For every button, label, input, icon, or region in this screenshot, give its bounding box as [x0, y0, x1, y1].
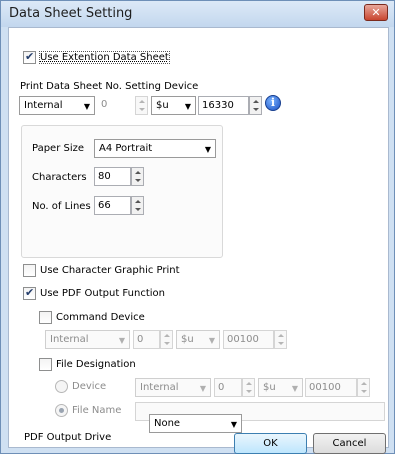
file-name-radio[interactable]: [55, 404, 68, 417]
title-bar: Data Sheet Setting ✕: [1, 1, 394, 27]
close-button[interactable]: ✕: [364, 4, 388, 21]
chevron-down-icon: ▼: [184, 102, 191, 111]
command-device-station-spinner[interactable]: [160, 330, 173, 349]
lines-field[interactable]: 66: [94, 196, 131, 215]
file-device-address-spinner[interactable]: [357, 378, 370, 397]
characters-spinner[interactable]: [131, 167, 144, 186]
file-device-devtype-select[interactable]: $u ▼: [258, 378, 303, 397]
command-device-station-field[interactable]: 0: [133, 330, 160, 349]
pdf-drive-label: PDF Output Drive: [24, 432, 112, 443]
characters-label: Characters: [32, 172, 87, 183]
file-designation-checkbox[interactable]: [39, 358, 52, 371]
chevron-down-icon: ▼: [204, 145, 211, 154]
device-radio-label[interactable]: Device: [72, 381, 106, 392]
command-device-devtype-value: $u: [181, 334, 194, 345]
command-device-address-spinner[interactable]: [274, 330, 287, 349]
print-device-station-spinner[interactable]: [135, 96, 148, 115]
use-extension-label[interactable]: Use Extention Data Sheet: [39, 51, 170, 64]
print-device-label: Print Data Sheet No. Setting Device: [20, 81, 199, 92]
file-device-station-spinner[interactable]: [242, 378, 255, 397]
print-device-devtype-select[interactable]: $u ▼: [151, 96, 196, 115]
chevron-down-icon: ▼: [291, 384, 298, 393]
paper-size-value: A4 Portrait: [99, 143, 153, 154]
chevron-down-icon: ▼: [199, 384, 206, 393]
print-device-devtype-value: $u: [156, 100, 169, 111]
command-device-label[interactable]: Command Device: [56, 312, 145, 323]
paper-settings-group: Paper Size A4 Portrait ▼ Characters 80 N…: [21, 125, 223, 258]
chevron-down-icon: ▼: [118, 336, 125, 345]
file-name-radio-label[interactable]: File Name: [72, 405, 121, 416]
print-device-address-spinner[interactable]: [249, 96, 262, 115]
chevron-down-icon: ▼: [230, 420, 237, 429]
char-graphic-label[interactable]: Use Character Graphic Print: [40, 265, 180, 276]
command-device-type-select[interactable]: Internal ▼: [45, 330, 130, 349]
chevron-down-icon: ▼: [83, 102, 90, 111]
print-device-type-value: Internal: [24, 100, 63, 111]
print-device-type-select[interactable]: Internal ▼: [19, 96, 95, 115]
file-designation-label[interactable]: File Designation: [56, 359, 136, 370]
dialog-body: Use Extention Data Sheet Print Data Shee…: [8, 27, 389, 454]
command-device-devtype-select[interactable]: $u ▼: [176, 330, 220, 349]
chevron-down-icon: ▼: [208, 336, 215, 345]
use-extension-checkbox[interactable]: [23, 50, 36, 64]
pdf-drive-value: None: [154, 418, 181, 429]
command-device-checkbox[interactable]: [39, 311, 52, 324]
file-device-devtype-value: $u: [263, 382, 276, 393]
command-device-address-field[interactable]: 00100: [223, 330, 274, 349]
pdf-output-checkbox[interactable]: [23, 286, 36, 300]
pdf-drive-select[interactable]: None ▼: [149, 414, 242, 433]
pdf-output-label[interactable]: Use PDF Output Function: [40, 288, 165, 299]
file-device-station-field[interactable]: 0: [214, 378, 242, 397]
info-icon[interactable]: i: [265, 95, 281, 111]
cancel-button[interactable]: Cancel: [313, 433, 386, 454]
device-radio[interactable]: [55, 380, 68, 393]
command-device-type-value: Internal: [50, 334, 89, 345]
file-device-type-value: Internal: [140, 382, 179, 393]
file-device-address-field[interactable]: 00100: [305, 378, 357, 397]
data-sheet-setting-dialog: Data Sheet Setting ✕ Use Extention Data …: [0, 0, 395, 454]
lines-label: No. of Lines: [32, 201, 91, 212]
file-device-type-select[interactable]: Internal ▼: [135, 378, 211, 397]
char-graphic-checkbox[interactable]: [23, 264, 36, 277]
characters-field[interactable]: 80: [94, 167, 131, 186]
paper-size-select[interactable]: A4 Portrait ▼: [94, 139, 216, 158]
lines-spinner[interactable]: [131, 196, 144, 215]
ok-button[interactable]: OK: [234, 433, 307, 454]
print-device-address-field[interactable]: 16330: [198, 96, 249, 115]
dialog-title: Data Sheet Setting: [9, 6, 133, 21]
paper-size-label: Paper Size: [32, 143, 85, 154]
print-device-station-field[interactable]: 0: [98, 96, 135, 115]
